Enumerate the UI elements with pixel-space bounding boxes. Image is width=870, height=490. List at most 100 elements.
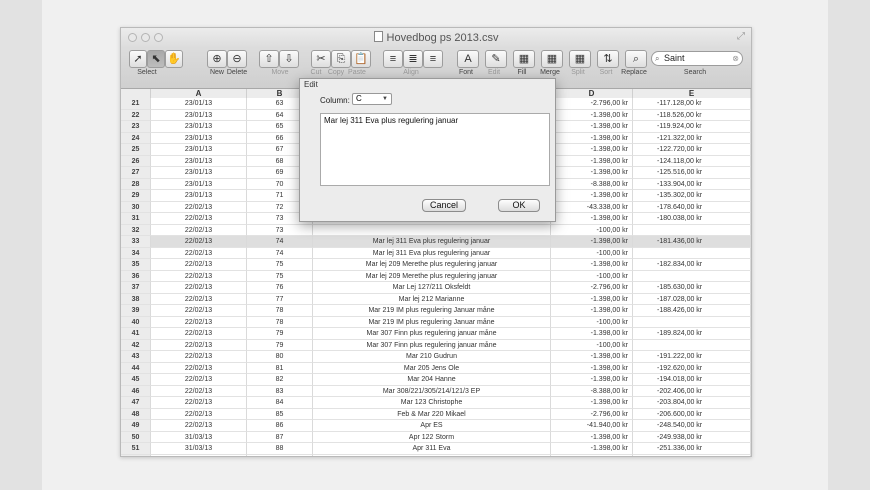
table-cell[interactable]: Mar 219 IM plus regulering Januar måne [313,305,551,317]
table-cell[interactable]: -117.128,00 kr [633,98,751,110]
table-row[interactable]: 43 22/02/13 80 Mar 210 Gudrun -1.398,00 kr -1… [121,351,751,363]
table-cell[interactable]: 22/02/13 [151,339,247,351]
sort-button[interactable]: ⇅ [597,50,619,68]
table-cell[interactable]: 22/02/13 [151,420,247,432]
table-cell[interactable]: 84 [247,397,313,409]
table-cell[interactable]: 22/02/13 [151,213,247,225]
table-cell[interactable]: 81 [247,362,313,374]
table-cell[interactable]: Mar 123 Christophe [313,397,551,409]
table-cell[interactable]: 31/03/13 [151,431,247,443]
table-cell[interactable]: -1.398,00 kr [551,362,633,374]
table-cell[interactable]: 22/02/13 [151,328,247,340]
table-row[interactable]: 33 22/02/13 74 Mar lej 311 Eva plus reguler… [121,236,751,248]
clear-search-icon[interactable]: ⊗ [732,52,739,65]
table-cell[interactable]: -2.796,00 kr [551,408,633,420]
table-cell[interactable]: Apr 311 Eva [313,443,551,455]
replace-button[interactable]: ⌕ [625,50,647,68]
table-cell[interactable]: 23/01/13 [151,98,247,110]
table-cell[interactable]: Mar 219 IM plus regulering Januar måne [313,316,551,328]
table-row[interactable]: 48 22/02/13 85 Feb & Mar 220 Mikael -2.796,0… [121,408,751,420]
table-cell[interactable]: 73 [247,224,313,236]
table-cell[interactable]: -133.904,00 kr [633,178,751,190]
table-cell[interactable]: 23/01/13 [151,144,247,156]
table-cell[interactable]: -249.938,00 kr [633,431,751,443]
table-cell[interactable]: -194.018,00 kr [633,374,751,386]
table-cell[interactable]: -188.426,00 kr [633,305,751,317]
table-cell[interactable]: -1.398,00 kr [551,167,633,179]
align-left-button[interactable]: ≡ [383,50,403,68]
cancel-button[interactable]: Cancel [422,199,466,212]
table-cell[interactable]: 22/02/13 [151,201,247,213]
table-cell[interactable]: 75 [247,259,313,271]
fill-button[interactable]: ▦ [513,50,535,68]
table-cell[interactable]: -182.834,00 kr [633,259,751,271]
table-cell[interactable]: 78 [247,305,313,317]
table-cell[interactable]: 89 [247,454,313,456]
table-cell[interactable]: Mar 210 Gudrun [313,351,551,363]
table-cell[interactable]: -124.118,00 kr [633,155,751,167]
table-cell[interactable]: 74 [247,247,313,259]
table-cell[interactable]: -202.406,00 kr [633,385,751,397]
table-cell[interactable]: -251.336,00 kr [633,443,751,455]
copy-button[interactable]: ⎘ [331,50,351,68]
table-cell[interactable]: -1.398,00 kr [551,293,633,305]
table-cell[interactable]: -181.436,00 kr [633,236,751,248]
table-row[interactable]: 39 22/02/13 78 Mar 219 IM plus regulering J… [121,305,751,317]
table-cell[interactable]: -1.398,00 kr [551,236,633,248]
table-cell[interactable] [633,316,751,328]
table-cell[interactable] [633,270,751,282]
table-cell[interactable]: Mar 204 Hanne [313,374,551,386]
table-row[interactable]: 35 22/02/13 75 Mar lej 209 Merethe plus reg… [121,259,751,271]
table-cell[interactable]: Feb & Mar 220 Mikael [313,408,551,420]
table-cell[interactable]: 87 [247,431,313,443]
table-row[interactable]: 37 22/02/13 76 Mar Lej 127/211 Oksfeldt -2.7… [121,282,751,294]
column-header[interactable]: A [151,89,247,98]
table-cell[interactable] [633,247,751,259]
table-row[interactable]: 36 22/02/13 75 Mar lej 209 Merethe plus reg… [121,270,751,282]
table-cell[interactable]: -100,00 kr [551,339,633,351]
table-row[interactable]: 41 22/02/13 79 Mar 307 Finn plus regulering… [121,328,751,340]
table-cell[interactable]: 22/02/13 [151,247,247,259]
table-cell[interactable]: Mar 307 Finn plus regulering januar måne [313,328,551,340]
table-cell[interactable]: Mar lej 311 Eva plus regulering januar [313,236,551,248]
table-cell[interactable]: -41.940,00 kr [551,420,633,432]
table-cell[interactable]: 23/01/13 [151,121,247,133]
table-cell[interactable]: -1.398,00 kr [551,305,633,317]
table-cell[interactable]: 22/02/13 [151,224,247,236]
table-cell[interactable]: -100,00 kr [551,316,633,328]
table-cell[interactable]: -1.398,00 kr [551,155,633,167]
table-cell[interactable]: Mar lej 212 Marianne [313,293,551,305]
table-cell[interactable]: -252.734,00 kr [633,454,751,456]
select-tool-button[interactable]: ⬉ [147,50,165,68]
table-cell[interactable]: Mar lej 209 Merethe plus regulering janu… [313,259,551,271]
table-cell[interactable]: -8.388,00 kr [551,385,633,397]
table-cell[interactable]: -1.398,00 kr [551,454,633,456]
table-cell[interactable]: 75 [247,270,313,282]
table-row[interactable]: 44 22/02/13 81 Mar 205 Jens Ole -1.398,00 kr… [121,362,751,374]
table-cell[interactable]: 22/02/13 [151,408,247,420]
move-down-button[interactable]: ⇩ [279,50,299,68]
table-cell[interactable]: 22/02/13 [151,305,247,317]
arrow-tool-button[interactable]: ➚ [129,50,147,68]
table-cell[interactable]: Mar 308/221/305/214/121/3 EP [313,385,551,397]
table-row[interactable]: 5231/03/1389Apr 209 Eneone-1.398,00 kr-2… [121,454,751,456]
table-row[interactable]: 51 31/03/13 88 Apr 311 Eva -1.398,00 kr -251.… [121,443,751,455]
table-cell[interactable]: 74 [247,236,313,248]
table-cell[interactable]: Mar lej 311 Eva plus regulering januar [313,247,551,259]
table-cell[interactable]: -119.924,00 kr [633,121,751,133]
table-cell[interactable]: -122.720,00 kr [633,144,751,156]
table-row[interactable]: 46 22/02/13 83 Mar 308/221/305/214/121/3 EP… [121,385,751,397]
table-cell[interactable]: -121.322,00 kr [633,132,751,144]
table-row[interactable]: 49 22/02/13 86 Apr ES -41.940,00 kr -248.540,… [121,420,751,432]
table-cell[interactable]: -1.398,00 kr [551,109,633,121]
table-cell[interactable]: -8.388,00 kr [551,178,633,190]
table-row[interactable]: 47 22/02/13 84 Mar 123 Christophe -1.398,00 … [121,397,751,409]
move-up-button[interactable]: ⇧ [259,50,279,68]
table-cell[interactable]: Mar 307 Finn plus regulering januar måne [313,339,551,351]
table-cell[interactable]: -100,00 kr [551,247,633,259]
font-button[interactable]: A [457,50,479,68]
table-cell[interactable] [633,339,751,351]
table-cell[interactable]: 23/01/13 [151,155,247,167]
align-right-button[interactable]: ≡ [423,50,443,68]
table-cell[interactable]: 22/02/13 [151,236,247,248]
